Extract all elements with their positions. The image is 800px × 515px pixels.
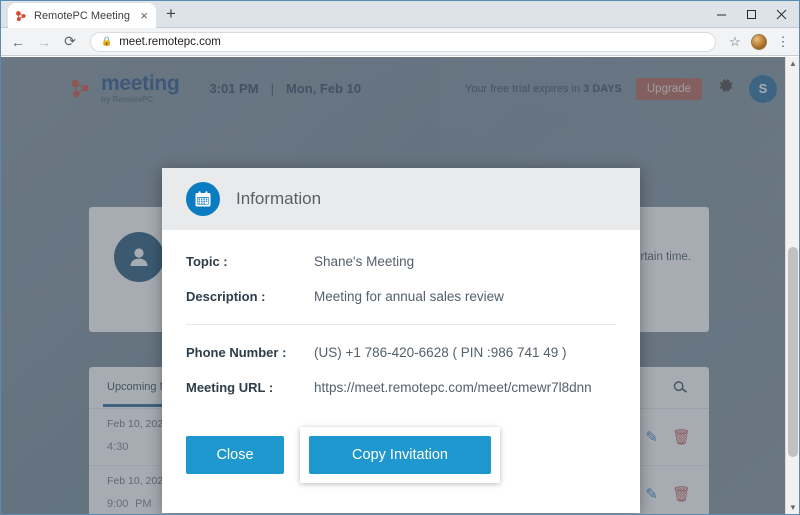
scrollbar-thumb[interactable] — [788, 247, 798, 457]
remotepc-logo-icon — [16, 10, 26, 21]
bookmark-star-icon[interactable]: ☆ — [724, 31, 746, 53]
copy-invitation-button[interactable]: Copy Invitation — [309, 436, 491, 474]
reload-icon[interactable]: ⟳ — [58, 30, 82, 54]
browser-tab[interactable]: RemotePC Meeting × — [8, 3, 156, 28]
scroll-down-arrow[interactable]: ▼ — [789, 503, 797, 512]
page-viewport: meeting by RemotePC 3:01 PM | Mon, Feb 1… — [1, 57, 799, 514]
forward-icon[interactable]: → — [32, 30, 56, 54]
tab-title: RemotePC Meeting — [34, 9, 130, 22]
close-button[interactable]: Close — [186, 436, 284, 474]
copy-invitation-focus-ring: Copy Invitation — [300, 427, 500, 483]
field-label: Description : — [186, 289, 266, 304]
field-value: Shane's Meeting — [314, 254, 415, 269]
close-icon[interactable] — [766, 2, 796, 26]
field-value: (US) +1 786-420-6628 ( PIN :986 741 49 ) — [314, 345, 567, 360]
field-topic: Topic : Shane's Meeting — [186, 254, 616, 269]
information-modal: Information Topic : Shane's Meeting Desc… — [162, 168, 640, 513]
lock-icon: 🔒 — [101, 36, 113, 46]
divider — [186, 324, 616, 325]
browser-toolbar: ← → ⟳ 🔒 meet.remotepc.com ☆ ⋮ — [0, 28, 800, 56]
field-description: Description : Meeting for annual sales r… — [186, 289, 616, 304]
modal-body: Topic : Shane's Meeting Description : Me… — [162, 230, 640, 395]
browser-menu-icon[interactable]: ⋮ — [772, 31, 794, 53]
modal-actions: Close Copy Invitation — [162, 415, 640, 483]
browser-titlebar: RemotePC Meeting × + — [0, 0, 800, 28]
field-value: https://meet.remotepc.com/meet/cmewr7l8d… — [314, 380, 592, 395]
address-bar[interactable]: 🔒 meet.remotepc.com — [90, 31, 716, 52]
calendar-icon — [186, 182, 220, 216]
field-label: Meeting URL : — [186, 380, 274, 395]
back-icon[interactable]: ← — [6, 30, 30, 54]
tab-close-icon[interactable]: × — [138, 9, 150, 22]
address-bar-url: meet.remotepc.com — [119, 35, 221, 48]
field-phone-number: Phone Number : (US) +1 786-420-6628 ( PI… — [186, 345, 616, 360]
maximize-icon[interactable] — [736, 2, 766, 26]
modal-header: Information — [162, 168, 640, 230]
browser-window: RemotePC Meeting × + ← → ⟳ 🔒 meet.remote… — [0, 0, 800, 515]
window-controls — [706, 0, 796, 28]
field-value: Meeting for annual sales review — [314, 289, 504, 304]
page-scrollbar[interactable]: ▲ ▼ — [785, 57, 799, 514]
field-label: Phone Number : — [186, 345, 287, 360]
field-label: Topic : — [186, 254, 228, 269]
minimize-icon[interactable] — [706, 2, 736, 26]
scroll-up-arrow[interactable]: ▲ — [789, 59, 797, 68]
new-tab-button[interactable]: + — [166, 4, 176, 24]
profile-avatar-icon[interactable] — [748, 31, 770, 53]
modal-title: Information — [236, 189, 322, 208]
field-meeting-url: Meeting URL : https://meet.remotepc.com/… — [186, 380, 616, 395]
